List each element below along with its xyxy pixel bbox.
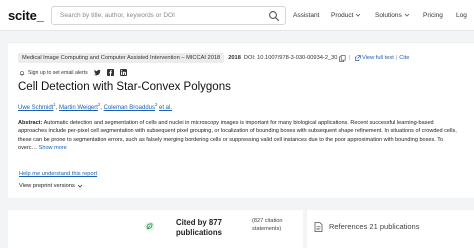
view-full-text-link[interactable]: View full text <box>362 55 394 61</box>
paper-title: Cell Detection with Star-Convex Polygons <box>18 81 231 93</box>
chevron-down-icon <box>356 13 361 17</box>
cite-link[interactable]: Cite <box>399 55 409 61</box>
author-link[interactable]: Coleman Broaddus <box>104 105 155 111</box>
nav-pricing[interactable]: Pricing <box>423 12 443 19</box>
nav-product-label: Product <box>331 12 354 19</box>
journal-tag[interactable]: Medical Image Computing and Computer Ass… <box>18 53 225 63</box>
author-link[interactable]: Uwe Schmidt <box>18 105 53 111</box>
author-affiliation-marker: 1 <box>53 102 56 107</box>
nav-solutions[interactable]: Solutions <box>375 12 410 19</box>
separator: | <box>395 55 398 61</box>
abstract-text: Automatic detection and segmentation of … <box>18 120 457 151</box>
copy-icon[interactable] <box>339 54 347 62</box>
paper-card: Medical Image Computing and Computer Ass… <box>8 42 474 198</box>
search-input[interactable] <box>60 7 260 24</box>
show-more-link[interactable]: Show more <box>39 145 67 151</box>
facebook-icon[interactable] <box>106 69 114 76</box>
twitter-icon[interactable] <box>93 69 101 76</box>
nav-solutions-label: Solutions <box>375 12 402 19</box>
et-al-link[interactable]: et al. <box>159 105 172 111</box>
scite-logo[interactable]: scite_ <box>8 8 44 23</box>
external-link-icon <box>355 55 361 61</box>
source-bar: Medical Image Computing and Computer Ass… <box>18 52 409 64</box>
cited-by-count[interactable]: Cited by 877 publications <box>176 218 246 237</box>
search-box[interactable] <box>51 6 286 25</box>
separator: | <box>348 55 350 61</box>
author-list: Uwe Schmidt1, Martin Weigert2, Coleman B… <box>18 102 173 111</box>
nav-product[interactable]: Product <box>331 12 361 19</box>
abstract: Abstract: Automatic detection and segmen… <box>18 119 463 152</box>
preprint-versions-toggle[interactable]: View preprint versions <box>19 183 83 189</box>
bell-icon[interactable] <box>19 70 25 76</box>
abstract-label: Abstract: <box>18 120 43 126</box>
citations-panel[interactable]: Cited by 877 publications (827 citation … <box>8 210 303 248</box>
doi-text[interactable]: DOI: 10.1007/978-3-030-00934-2_30 <box>244 55 338 61</box>
email-alerts-link[interactable]: Sign up to set email alerts <box>28 70 88 76</box>
search-icon[interactable] <box>268 10 280 22</box>
publication-year: 2018 <box>228 55 241 61</box>
top-navigation-bar: scite_ Assistant Product Solutions Prici… <box>0 0 474 31</box>
document-icon <box>314 222 323 232</box>
chevron-down-icon <box>77 184 83 188</box>
chevron-down-icon <box>404 13 410 17</box>
linkedin-icon[interactable] <box>119 69 127 76</box>
preprint-versions-label: View preprint versions <box>19 183 75 189</box>
nav-assistant[interactable]: Assistant <box>293 12 319 19</box>
references-count[interactable]: References 21 publications <box>329 222 419 231</box>
alerts-and-share: Sign up to set email alerts <box>19 68 127 77</box>
citation-statements-count: (827 citation statements) <box>252 218 283 232</box>
author-link[interactable]: Martin Weigert <box>59 105 98 111</box>
help-understand-link[interactable]: Help me understand this report <box>19 171 97 177</box>
nav-log-in[interactable]: Log <box>456 12 467 19</box>
author-affiliation-marker: 3 <box>155 102 158 107</box>
scite-badge-icon <box>144 221 155 232</box>
author-affiliation-marker: 2 <box>97 102 101 107</box>
references-panel[interactable]: References 21 publications <box>307 210 474 248</box>
